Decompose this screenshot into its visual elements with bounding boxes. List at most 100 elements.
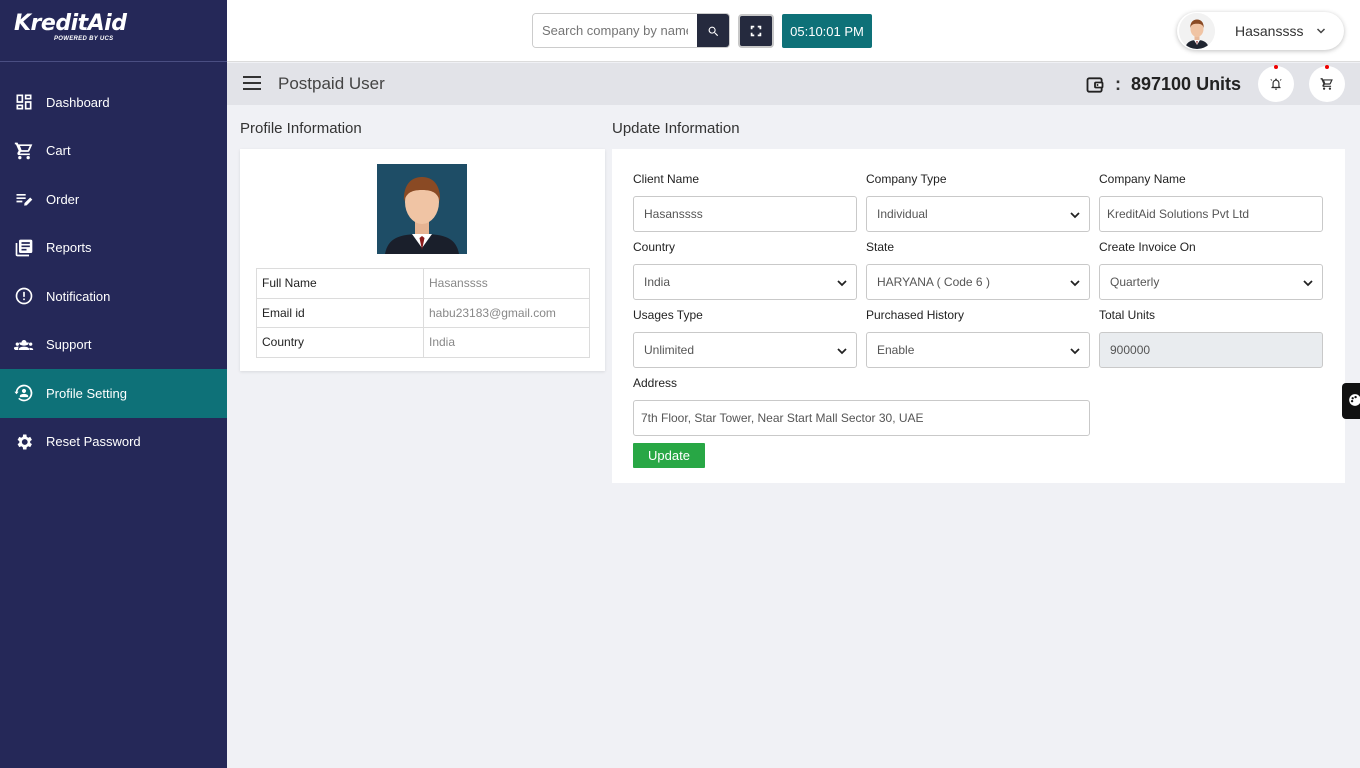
fullscreen-icon xyxy=(750,25,762,37)
total-units-value: 900000 xyxy=(1110,343,1151,357)
cart-dot xyxy=(1325,65,1329,69)
state-select[interactable]: HARYANA ( Code 6 ) xyxy=(866,264,1090,300)
top-bar: 05:10:01 PM Hasanssss xyxy=(227,0,1360,62)
cart-header-button[interactable] xyxy=(1309,65,1345,102)
address-value: 7th Floor, Star Tower, Near Start Mall S… xyxy=(641,411,924,425)
update-form: Client Name Hasanssss Company Type Indiv… xyxy=(612,149,1345,483)
wallet-icon xyxy=(1086,76,1104,93)
sidebar-item-label: Reports xyxy=(46,240,92,256)
usage-label: Usages Type xyxy=(633,308,703,322)
search-button[interactable] xyxy=(697,14,729,47)
sidebar-item-reset-password[interactable]: Reset Password xyxy=(0,418,227,467)
chevron-down-icon xyxy=(1070,280,1080,287)
wallet-separator: : xyxy=(1115,74,1121,94)
brand-tagline: POWERED BY UCS xyxy=(54,36,114,42)
company-name-value: KreditAid Solutions Pvt Ltd xyxy=(1107,207,1250,221)
update-button[interactable]: Update xyxy=(633,443,705,468)
company-type-select[interactable]: Individual xyxy=(866,196,1090,232)
search-input[interactable] xyxy=(533,14,697,47)
company-name-label: Company Name xyxy=(1099,172,1186,186)
search-box xyxy=(532,13,730,48)
client-name-label: Client Name xyxy=(633,172,700,186)
invoice-value: Quarterly xyxy=(1110,275,1160,289)
wallet-balance: : 897100 Units xyxy=(1085,74,1241,95)
sidebar-item-label: Support xyxy=(46,337,92,353)
sidebar-nav: Dashboard Cart Order Reports Notificatio… xyxy=(0,62,227,466)
clock-display: 05:10:01 PM xyxy=(782,14,872,48)
country-value: India xyxy=(644,275,671,289)
dashboard-icon xyxy=(14,92,34,112)
page-title: Postpaid User xyxy=(278,74,385,93)
country-label: Country xyxy=(633,240,676,254)
sidebar-item-label: Notification xyxy=(46,288,111,304)
state-value: HARYANA ( Code 6 ) xyxy=(877,275,990,289)
reports-icon xyxy=(14,238,34,258)
side-widget-tab[interactable] xyxy=(1342,383,1360,419)
user-name: Hasanssss xyxy=(1235,23,1304,39)
country-value: India xyxy=(423,327,590,358)
user-menu[interactable]: Hasanssss xyxy=(1177,12,1344,50)
sidebar-item-dashboard[interactable]: Dashboard xyxy=(0,78,227,127)
sidebar-item-reports[interactable]: Reports xyxy=(0,224,227,273)
country-key: Country xyxy=(256,327,424,358)
table-row: Full Name Hasanssss xyxy=(256,268,590,299)
usage-select[interactable]: Unlimited xyxy=(633,332,857,368)
chevron-down-icon xyxy=(1317,28,1326,34)
full-name-value: Hasanssss xyxy=(423,268,590,299)
chevron-down-icon xyxy=(1070,348,1080,355)
sidebar-item-label: Profile Setting xyxy=(46,385,127,401)
chevron-down-icon xyxy=(1303,280,1313,287)
notification-bell-button[interactable] xyxy=(1258,65,1294,102)
email-value: habu23183@gmail.com xyxy=(423,297,590,328)
profile-section-title: Profile Information xyxy=(240,120,362,137)
cart-icon xyxy=(1320,78,1333,90)
order-icon xyxy=(14,189,34,209)
invoice-select[interactable]: Quarterly xyxy=(1099,264,1323,300)
notification-dot xyxy=(1274,65,1278,69)
table-row: Country India xyxy=(256,327,590,358)
table-row: Email id habu23183@gmail.com xyxy=(256,297,590,328)
company-name-field[interactable]: KreditAid Solutions Pvt Ltd xyxy=(1099,196,1323,232)
history-value: Enable xyxy=(877,343,915,357)
profile-info-table: Full Name Hasanssss Email id habu23183@g… xyxy=(256,268,590,358)
profile-card: Full Name Hasanssss Email id habu23183@g… xyxy=(240,149,605,371)
sidebar-item-support[interactable]: Support xyxy=(0,321,227,370)
full-name-key: Full Name xyxy=(256,268,424,299)
profile-photo[interactable] xyxy=(377,164,467,254)
sidebar-item-cart[interactable]: Cart xyxy=(0,127,227,176)
usage-value: Unlimited xyxy=(644,343,695,357)
client-name-value: Hasanssss xyxy=(644,207,703,221)
sidebar-item-label: Order xyxy=(46,191,80,207)
email-key: Email id xyxy=(256,297,424,328)
total-units-label: Total Units xyxy=(1099,308,1156,322)
menu-toggle-icon[interactable] xyxy=(243,76,261,90)
brand-logo[interactable]: KreditAid POWERED BY UCS xyxy=(0,0,227,62)
sidebar: KreditAid POWERED BY UCS Dashboard Cart … xyxy=(0,0,227,768)
state-label: State xyxy=(866,240,895,254)
sidebar-item-profile-setting[interactable]: Profile Setting xyxy=(0,369,227,418)
sub-header: Postpaid User : 897100 Units xyxy=(227,63,1360,105)
history-label: Purchased History xyxy=(866,308,965,322)
sidebar-item-label: Cart xyxy=(46,143,71,159)
history-select[interactable]: Enable xyxy=(866,332,1090,368)
update-section-title: Update Information xyxy=(612,120,740,137)
country-select[interactable]: India xyxy=(633,264,857,300)
support-icon xyxy=(14,335,34,355)
avatar xyxy=(1179,13,1215,49)
company-type-value: Individual xyxy=(877,207,928,221)
invoice-label: Create Invoice On xyxy=(1099,240,1196,254)
palette-icon xyxy=(1349,394,1360,406)
sidebar-item-label: Dashboard xyxy=(46,94,110,110)
client-name-field[interactable]: Hasanssss xyxy=(633,196,857,232)
address-label: Address xyxy=(633,376,678,390)
company-type-label: Company Type xyxy=(866,172,947,186)
sidebar-item-order[interactable]: Order xyxy=(0,175,227,224)
sidebar-item-label: Reset Password xyxy=(46,434,141,450)
fullscreen-button[interactable] xyxy=(738,14,774,48)
bell-icon xyxy=(1270,78,1282,90)
cart-icon xyxy=(14,141,34,161)
sidebar-item-notification[interactable]: Notification xyxy=(0,272,227,321)
total-units-field: 900000 xyxy=(1099,332,1323,368)
address-field[interactable]: 7th Floor, Star Tower, Near Start Mall S… xyxy=(633,400,1090,436)
chevron-down-icon xyxy=(1070,212,1080,219)
